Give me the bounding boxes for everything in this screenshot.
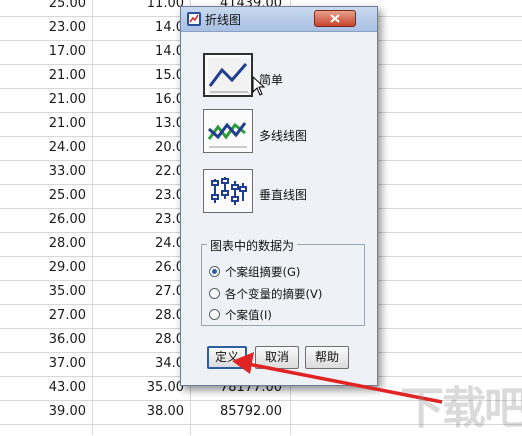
radio-label: 个案值(I)	[225, 308, 272, 322]
data-in-chart-group-title: 图表中的数据为	[207, 237, 298, 254]
spss-app-icon	[186, 11, 202, 27]
table-cell[interactable]: 21.00	[20, 92, 86, 107]
chart-type-dropline-button[interactable]	[203, 169, 253, 213]
table-cell[interactable]: 43.00	[20, 380, 86, 395]
table-cell[interactable]: 23.00	[20, 20, 86, 35]
simple-line-chart-icon	[208, 58, 250, 94]
mouse-cursor-icon	[252, 76, 266, 96]
table-cell[interactable]: 29.00	[20, 260, 86, 275]
table-cell[interactable]: 28.0	[120, 308, 184, 323]
table-cell[interactable]: 20.0	[120, 140, 184, 155]
table-cell[interactable]: 39.00	[20, 404, 86, 419]
table-cell[interactable]: 38.00	[120, 404, 184, 419]
close-button[interactable]	[314, 10, 356, 27]
chart-type-multiple-button[interactable]	[203, 109, 253, 153]
table-cell[interactable]: 85792.00	[196, 404, 282, 419]
table-cell[interactable]: 14.0	[120, 20, 184, 35]
table-cell[interactable]: 36.00	[20, 332, 86, 347]
table-cell[interactable]: 23.0	[120, 188, 184, 203]
table-cell[interactable]: 26.00	[20, 212, 86, 227]
define-button[interactable]: 定义	[207, 346, 247, 369]
table-cell[interactable]: 11.00	[120, 0, 184, 11]
table-cell[interactable]: 16.0	[120, 92, 184, 107]
radio-button[interactable]	[209, 266, 220, 277]
help-button[interactable]: 帮助	[305, 346, 349, 369]
watermark: 下载吧	[400, 383, 522, 434]
radio-label: 各个变量的摘要(V)	[225, 287, 323, 301]
table-cell[interactable]: 26.0	[120, 260, 184, 275]
table-cell[interactable]: 15.0	[120, 68, 184, 83]
dialog-titlebar[interactable]: 折线图	[181, 7, 377, 32]
table-cell[interactable]: 27.0	[120, 284, 184, 299]
table-cell[interactable]: 21.00	[20, 68, 86, 83]
table-cell[interactable]: 17.00	[20, 44, 86, 59]
radio-button[interactable]	[209, 288, 220, 299]
dialog-title: 折线图	[205, 13, 242, 27]
table-cell[interactable]: 13.0	[120, 116, 184, 131]
table-cell[interactable]: 35.00	[20, 284, 86, 299]
table-cell[interactable]: 27.00	[20, 308, 86, 323]
multiple-line-chart-icon	[207, 122, 247, 148]
table-cell[interactable]: 24.0	[120, 236, 184, 251]
cancel-button[interactable]: 取消	[255, 346, 299, 369]
radio-button[interactable]	[209, 309, 220, 320]
table-cell[interactable]: 37.00	[20, 356, 86, 371]
table-cell[interactable]: 21.00	[20, 116, 86, 131]
table-cell[interactable]: 34.0	[120, 356, 184, 371]
table-cell[interactable]: 24.00	[20, 140, 86, 155]
close-icon	[330, 14, 340, 23]
table-cell[interactable]: 14.0	[120, 44, 184, 59]
chart-type-simple-button[interactable]	[203, 53, 253, 97]
radio-label: 个案组摘要(G)	[225, 265, 301, 279]
table-cell[interactable]: 23.0	[120, 212, 184, 227]
line-chart-dialog: 折线图 简单 多线线图 垂直线图 图表中的数据为 个案组摘要(G) 各个变量的摘…	[180, 6, 378, 386]
table-cell[interactable]: 28.0	[120, 332, 184, 347]
chart-type-dropline-label: 垂直线图	[259, 188, 308, 202]
table-cell[interactable]: 25.00	[20, 188, 86, 203]
chart-type-multiple-label: 多线线图	[259, 129, 308, 143]
table-cell[interactable]: 35.00	[120, 380, 184, 395]
table-cell[interactable]: 33.00	[20, 164, 86, 179]
drop-line-chart-icon	[211, 177, 247, 205]
table-cell[interactable]: 25.00	[20, 0, 86, 11]
table-cell[interactable]: 28.00	[20, 236, 86, 251]
table-cell[interactable]: 22.0	[120, 164, 184, 179]
